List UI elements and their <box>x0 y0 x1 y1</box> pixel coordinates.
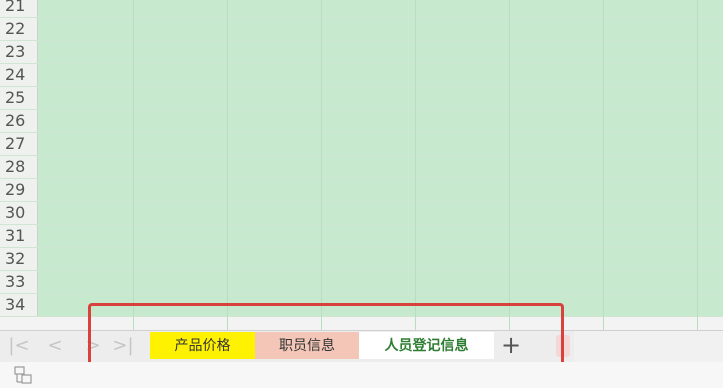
grid-row: 25 <box>0 87 723 110</box>
grid-row: 22 <box>0 18 723 41</box>
status-bar <box>0 362 723 388</box>
row-cells[interactable] <box>38 18 723 40</box>
first-sheet-button[interactable]: |< <box>8 335 30 357</box>
highlight-annotation-box <box>88 303 564 369</box>
row-header[interactable]: 23 <box>0 41 38 63</box>
row-cells[interactable] <box>38 110 723 132</box>
column-gridline <box>321 0 322 330</box>
row-cells[interactable] <box>38 156 723 178</box>
column-gridline <box>415 0 416 330</box>
grid-row: 30 <box>0 202 723 225</box>
row-header[interactable]: 22 <box>0 18 38 40</box>
grid-row: 24 <box>0 64 723 87</box>
row-cells[interactable] <box>38 202 723 224</box>
column-gridline <box>227 0 228 330</box>
grid-row: 33 <box>0 271 723 294</box>
grid-row: 29 <box>0 179 723 202</box>
row-header[interactable]: 27 <box>0 133 38 155</box>
previous-sheet-button[interactable]: < <box>44 335 66 357</box>
column-gridline <box>697 0 698 330</box>
grid-row: 26 <box>0 110 723 133</box>
row-header[interactable]: 26 <box>0 110 38 132</box>
row-cells[interactable] <box>38 248 723 270</box>
column-gridline <box>509 0 510 330</box>
grid-row: 23 <box>0 41 723 64</box>
row-cells[interactable] <box>38 41 723 63</box>
grid-row: 21 <box>0 0 723 18</box>
row-header[interactable]: 31 <box>0 225 38 247</box>
row-cells[interactable] <box>38 87 723 109</box>
grid-row: 28 <box>0 156 723 179</box>
column-gridline <box>133 0 134 330</box>
row-header[interactable]: 21 <box>0 0 38 17</box>
row-header[interactable]: 32 <box>0 248 38 270</box>
horizontal-scrollbar-track[interactable] <box>574 331 723 362</box>
grid-row: 27 <box>0 133 723 156</box>
grid-row: 32 <box>0 248 723 271</box>
spreadsheet-grid[interactable]: 21 22 23 24 25 26 27 28 29 30 31 32 33 34 <box>0 0 723 330</box>
row-cells[interactable] <box>38 179 723 201</box>
row-header[interactable]: 29 <box>0 179 38 201</box>
row-header[interactable]: 30 <box>0 202 38 224</box>
row-header[interactable]: 34 <box>0 294 38 316</box>
column-gridline <box>603 0 604 330</box>
sheet-layout-icon[interactable] <box>14 366 32 384</box>
row-cells[interactable] <box>38 133 723 155</box>
row-header[interactable]: 33 <box>0 271 38 293</box>
grid-row: 31 <box>0 225 723 248</box>
row-cells[interactable] <box>38 64 723 86</box>
row-header[interactable]: 25 <box>0 87 38 109</box>
row-cells[interactable] <box>38 271 723 293</box>
row-cells[interactable] <box>38 0 723 17</box>
row-header[interactable]: 24 <box>0 64 38 86</box>
row-cells[interactable] <box>38 225 723 247</box>
row-header[interactable]: 28 <box>0 156 38 178</box>
